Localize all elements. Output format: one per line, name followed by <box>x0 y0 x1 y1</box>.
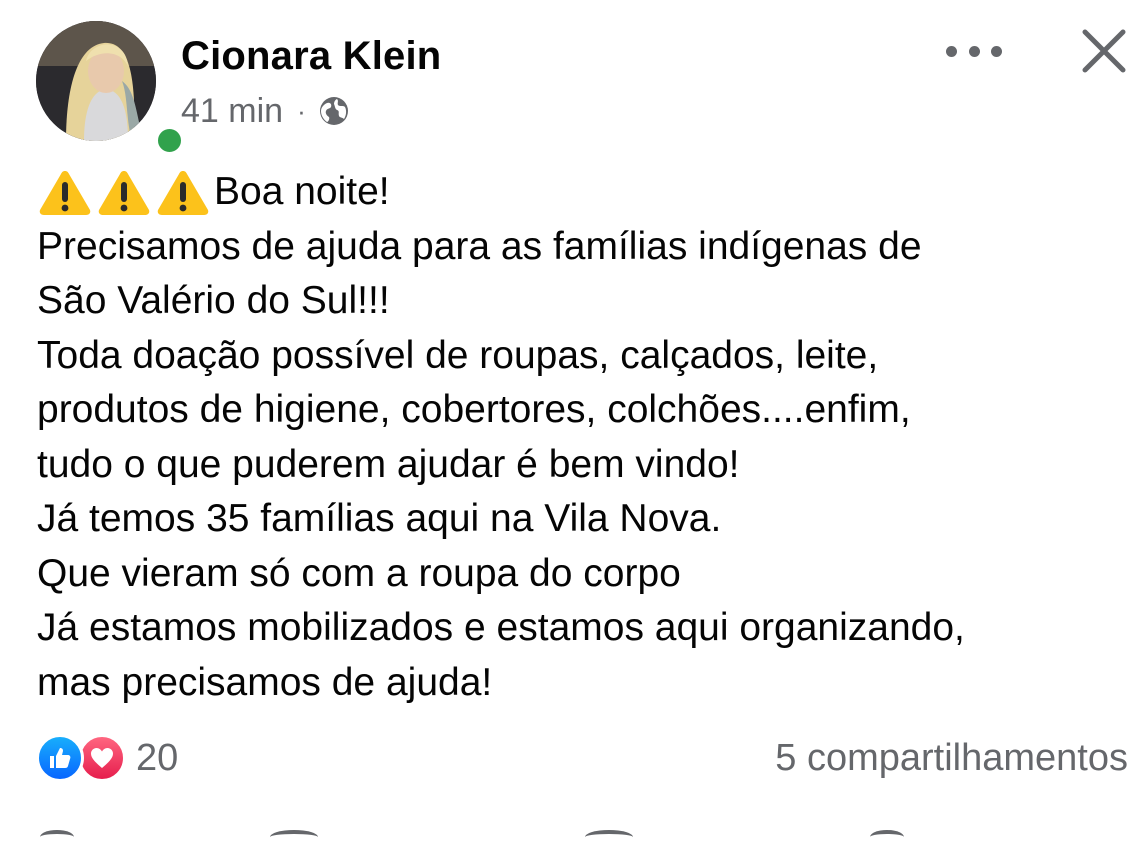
post-line: produtos de higiene, cobertores, colchõe… <box>37 388 911 431</box>
post-line: Precisamos de ajuda para as famílias ind… <box>37 224 922 268</box>
dot <box>968 45 980 57</box>
post-meta: 41 min · <box>181 91 350 131</box>
post-line: Já temos 35 famílias aqui na Vila Nova. <box>37 497 722 540</box>
warning-sign-icon <box>157 171 209 216</box>
action-bar-edge <box>0 828 1130 837</box>
shares-count[interactable]: 5 compartilhamentos <box>775 734 1128 782</box>
post-line: São Valério do Sul!!! <box>37 279 390 322</box>
avatar[interactable] <box>36 21 186 157</box>
post-line: Que vieram só com a roupa do corpo <box>37 551 681 595</box>
profile-photo <box>36 21 156 141</box>
close-icon[interactable] <box>1079 26 1129 76</box>
dot <box>991 45 1002 57</box>
warning-sign-icon <box>39 171 91 216</box>
reactions-summary[interactable]: 20 <box>36 734 178 782</box>
post-line: Toda doação possível de roupas, calçados… <box>37 333 879 377</box>
more-options-icon[interactable] <box>946 36 1002 66</box>
post-line: tudo o que puderem ajudar é bem vindo! <box>37 442 740 486</box>
post-text: Boa noite! Precisamos de ajuda para as f… <box>37 165 1127 710</box>
post-card: Cionara Klein 41 min · Boa noite! Precis… <box>0 0 1130 837</box>
post-line: mas precisamos de ajuda! <box>37 660 493 704</box>
post-time[interactable]: 41 min <box>181 92 283 131</box>
post-line: Boa noite! <box>214 170 390 213</box>
post-first-line: Boa noite! <box>37 165 1127 220</box>
post-line: Já estamos mobilizados e estamos aqui or… <box>37 606 965 649</box>
dot <box>946 45 957 57</box>
love-icon <box>78 734 126 782</box>
like-icon <box>36 734 84 782</box>
author-name[interactable]: Cionara Klein <box>181 34 441 78</box>
globe-icon[interactable] <box>318 95 350 127</box>
warning-sign-icon <box>98 171 150 216</box>
meta-separator: · <box>297 95 306 126</box>
reaction-count: 20 <box>136 736 179 779</box>
